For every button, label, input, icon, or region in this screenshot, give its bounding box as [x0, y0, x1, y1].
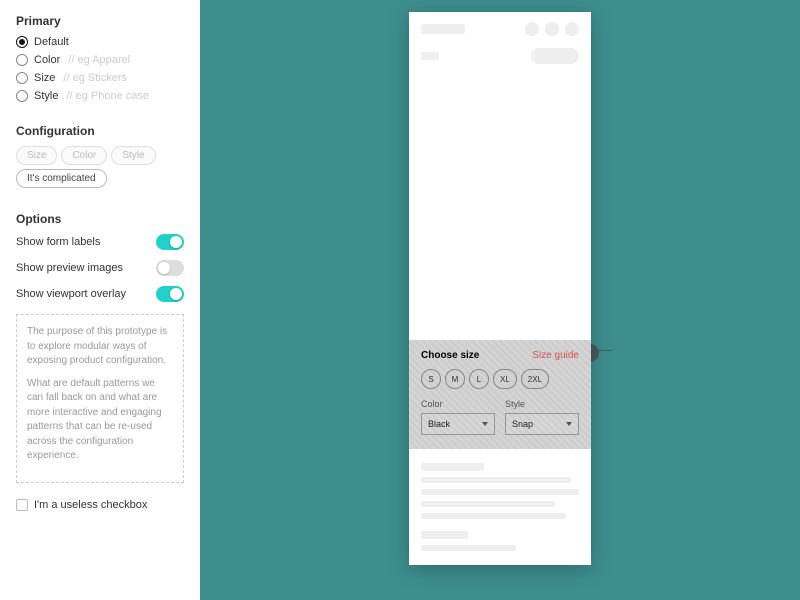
- product-image-area: [421, 72, 579, 340]
- configuration-title: Configuration: [16, 124, 184, 138]
- size-s[interactable]: S: [421, 369, 441, 389]
- toggle-preview-images[interactable]: [156, 260, 184, 276]
- skeleton-breadcrumb: [421, 52, 439, 60]
- skeleton-nav-icons: [525, 22, 579, 36]
- color-label: Color: [421, 399, 495, 409]
- choose-size-label: Choose size: [421, 350, 479, 361]
- viewport-overlay: Choose size Size guide S M L XL 2XL Colo…: [409, 340, 591, 449]
- canvas: iPhone 7 Viewport Choose size Size guide…: [200, 0, 800, 600]
- skeleton-logo: [421, 24, 465, 34]
- pill-color[interactable]: Color: [61, 146, 107, 165]
- chevron-down-icon: [482, 422, 488, 426]
- radio-size[interactable]: Size // eg Stickers: [16, 72, 184, 84]
- size-m[interactable]: M: [445, 369, 465, 389]
- style-label: Style: [505, 399, 579, 409]
- chevron-down-icon: [566, 422, 572, 426]
- phone-header: [409, 12, 591, 42]
- phone-subheader: [409, 42, 591, 68]
- toggle-viewport-overlay[interactable]: [156, 286, 184, 302]
- radio-icon: [16, 36, 28, 48]
- pill-complicated[interactable]: It's complicated: [16, 169, 107, 188]
- option-form-labels: Show form labels: [16, 234, 184, 250]
- radio-icon: [16, 90, 28, 102]
- radio-default[interactable]: Default: [16, 36, 184, 48]
- phone-body-skeleton: [409, 449, 591, 565]
- radio-style[interactable]: Style // eg Phone case: [16, 90, 184, 102]
- radio-color[interactable]: Color // eg Apparel: [16, 54, 184, 66]
- size-options: S M L XL 2XL: [421, 369, 579, 389]
- checkbox-icon: [16, 499, 28, 511]
- option-viewport-overlay: Show viewport overlay: [16, 286, 184, 302]
- option-preview-images: Show preview images: [16, 260, 184, 276]
- options-title: Options: [16, 212, 184, 226]
- sidebar: Primary Default Color // eg Apparel Size…: [0, 0, 200, 600]
- useless-checkbox[interactable]: I'm a useless checkbox: [16, 499, 184, 511]
- phone-preview: Choose size Size guide S M L XL 2XL Colo…: [409, 12, 591, 565]
- config-pills: Size Color Style It's complicated: [16, 146, 184, 188]
- pill-size[interactable]: Size: [16, 146, 57, 165]
- toggle-form-labels[interactable]: [156, 234, 184, 250]
- color-select[interactable]: Black: [421, 413, 495, 435]
- radio-icon: [16, 54, 28, 66]
- style-select[interactable]: Snap: [505, 413, 579, 435]
- note-box: The purpose of this prototype is to expl…: [16, 314, 184, 483]
- pill-style[interactable]: Style: [111, 146, 155, 165]
- radio-icon: [16, 72, 28, 84]
- skeleton-cta: [531, 48, 579, 64]
- size-2xl[interactable]: 2XL: [521, 369, 549, 389]
- primary-title: Primary: [16, 14, 184, 28]
- size-l[interactable]: L: [469, 369, 489, 389]
- size-xl[interactable]: XL: [493, 369, 517, 389]
- size-guide-link[interactable]: Size guide: [532, 350, 579, 361]
